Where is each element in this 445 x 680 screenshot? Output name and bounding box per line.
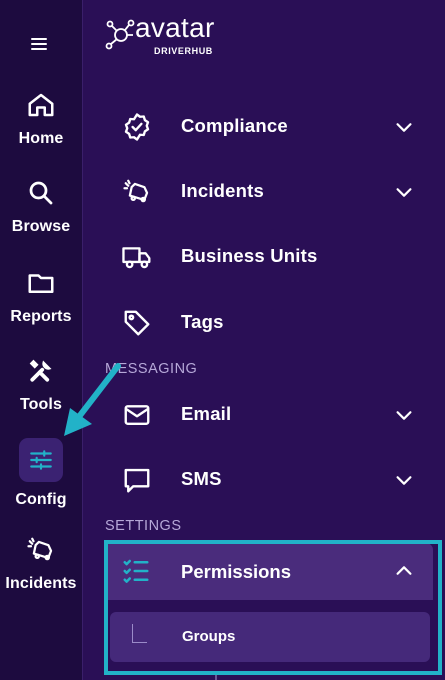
chevron-down-icon[interactable] [393,404,415,426]
chevron-up-icon[interactable] [393,560,415,582]
rail-item-reports[interactable]: Reports [0,268,82,326]
envelope-icon [124,405,150,425]
chevron-down-icon[interactable] [393,181,415,203]
badge-check-icon [124,113,150,141]
submenu-item-groups[interactable]: Groups [110,612,430,662]
menu-item-label: Incidents [181,180,265,201]
active-indicator [19,438,63,482]
tag-icon [124,310,150,336]
rail-item-tools[interactable]: Tools [0,356,82,414]
rail-item-home[interactable]: Home [0,90,82,148]
logo-mark-icon [105,19,135,50]
menu-item-label: SMS [181,468,222,489]
hamburger-menu-icon[interactable] [27,32,51,56]
section-header-messaging: MESSAGING [105,361,198,377]
menu-item-label: Email [181,403,232,424]
menu-item-permissions[interactable]: Permissions [105,543,433,600]
section-header-settings: SETTINGS [105,518,182,534]
car-crash-icon [27,537,53,561]
rail-item-label: Tools [20,396,62,413]
brand-name: avatar [135,12,215,43]
nav-rail: Home Browse Reports Tools Config Inciden… [0,0,83,680]
search-icon [29,181,53,205]
menu-item-compliance[interactable]: Compliance [83,102,445,152]
menu-item-email[interactable]: Email [83,390,445,440]
home-icon [28,93,54,117]
menu-item-tags[interactable]: Tags [83,298,445,348]
menu-item-label: Compliance [181,115,288,136]
menu-item-business-units[interactable]: Business Units [83,232,445,282]
sliders-icon [30,450,52,470]
rail-item-label: Reports [10,308,72,325]
rail-item-browse[interactable]: Browse [0,178,82,236]
tree-connector [132,624,147,643]
rail-item-label: Incidents [5,575,77,592]
rail-item-config[interactable]: Config [0,438,82,509]
folder-icon [28,274,54,293]
rail-item-label: Config [15,491,67,508]
chat-bubble-icon [124,468,150,493]
checklist-icon [123,559,149,583]
main-menu-panel: avatar DRIVERHUB Compliance Incidents Bu… [83,0,445,680]
menu-item-sms[interactable]: SMS [83,455,445,505]
tools-icon [29,359,52,382]
rail-item-label: Browse [11,218,71,235]
menu-item-label: Business Units [181,245,318,266]
brand-logo[interactable]: avatar DRIVERHUB [105,12,214,58]
menu-item-label: Tags [181,311,224,332]
brand-subtitle: DRIVERHUB [154,46,213,56]
chevron-down-icon[interactable] [393,469,415,491]
tree-connector-continuation [215,672,217,680]
rail-item-label: Home [18,130,64,147]
car-crash-icon [123,179,149,203]
menu-item-incidents[interactable]: Incidents [83,167,445,217]
rail-item-incidents[interactable]: Incidents [0,535,82,593]
menu-item-label: Permissions [181,561,292,582]
chevron-down-icon[interactable] [393,116,415,138]
submenu-item-label: Groups [182,628,236,645]
truck-icon [122,247,151,269]
